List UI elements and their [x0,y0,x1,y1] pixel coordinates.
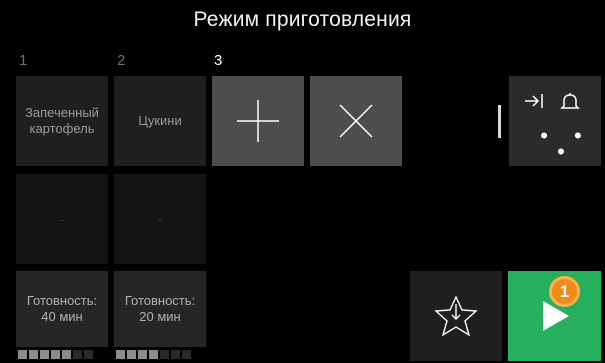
progress-segment [18,350,27,359]
step-2-ready-label: Готовность: [124,293,196,308]
add-step-button[interactable] [212,76,304,166]
step-2-empty-label: - [157,211,163,227]
progress-segment [127,350,136,359]
step-2-dish-tile[interactable]: Цукини [114,76,206,166]
progress-segment [149,350,158,359]
divider-mark [498,105,501,138]
progress-segment [40,350,49,359]
progress-segment [84,350,93,359]
page-title: Режим приготовления [193,8,412,31]
progress-segment [29,350,38,359]
progress-segment [182,350,191,359]
bell-icon [560,93,580,109]
step-number-1: 1 [19,52,28,69]
favorite-button[interactable] [410,271,502,361]
star-with-arrow-icon [434,295,478,337]
step-2-dish-label: Цукини [138,113,182,128]
progress-segment [51,350,60,359]
progress-segment [62,350,71,359]
step-2-progress-bar [116,350,191,359]
x-icon [339,104,373,138]
progress-segment [138,350,147,359]
plus-icon [237,100,279,142]
progress-segment [116,350,125,359]
progress-segment [171,350,180,359]
step-1-empty-label: - [59,211,65,227]
options-button[interactable]: • • • [509,76,601,166]
progress-segment [160,350,169,359]
step-1-ready-time: 40 мин [41,309,83,324]
step-1-ready-label: Готовность: [26,293,98,308]
step-1-dish-tile[interactable]: Запеченный картофель [16,76,108,166]
skip-to-end-icon [525,94,543,108]
step-1-dish-label: Запеченный картофель [25,105,99,136]
delete-step-button[interactable] [310,76,402,166]
step-number-3: 3 [214,52,223,69]
step-2-ready-tile[interactable]: Готовность: 20 мин [114,271,206,347]
step-1-empty-slot[interactable]: - [16,174,108,264]
step-1-ready-tile[interactable]: Готовность: 40 мин [16,271,108,347]
step-2-ready-time: 20 мин [139,309,181,324]
step-2-empty-slot[interactable]: - [114,174,206,264]
progress-segment [73,350,82,359]
more-dots-icon: • • • [540,123,592,164]
step-number-2: 2 [117,52,126,69]
step-1-progress-bar [18,350,93,359]
annotation-badge: 1 [549,276,580,307]
